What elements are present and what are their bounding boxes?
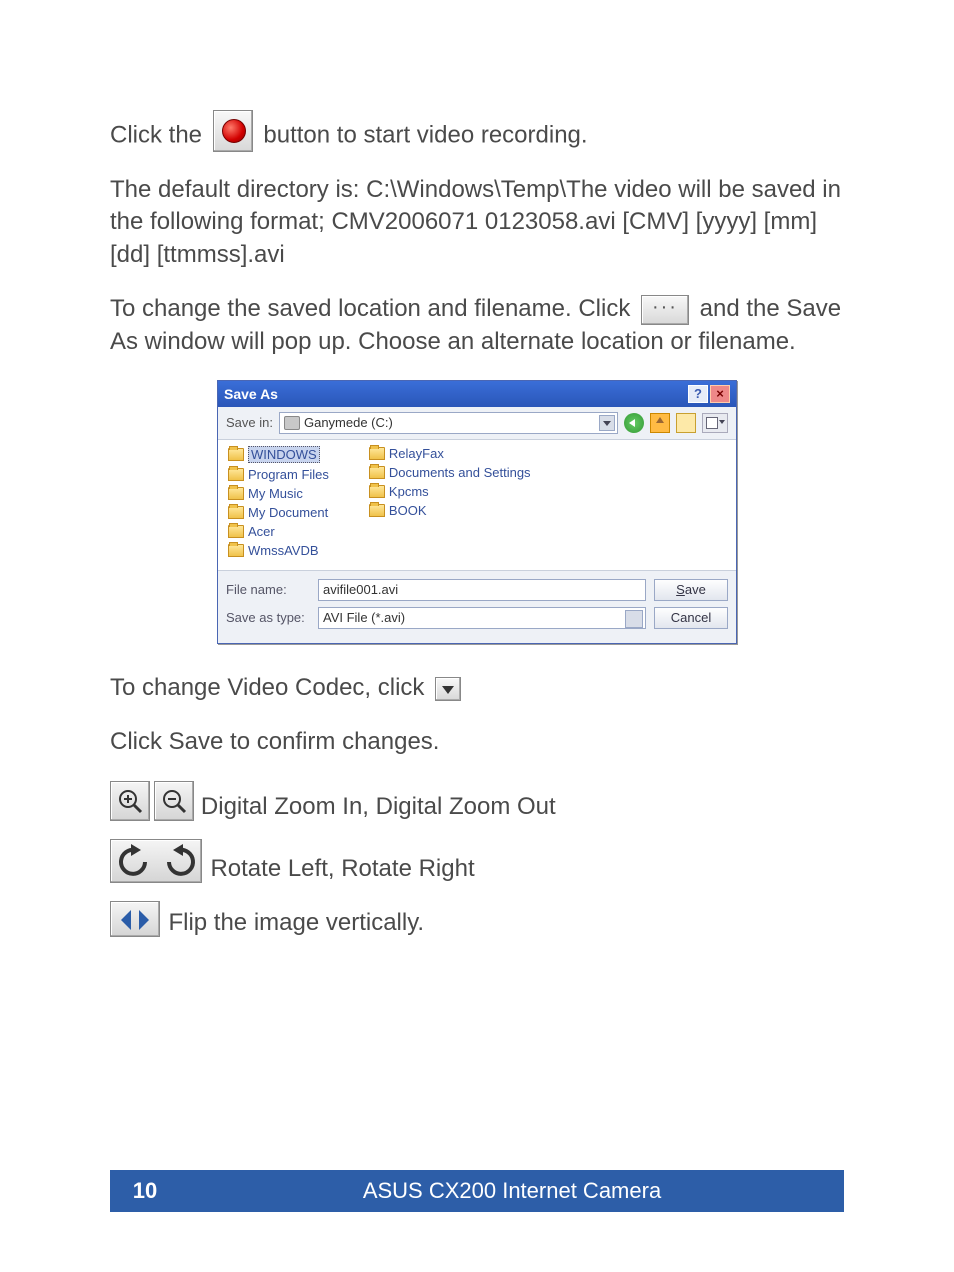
folder-item[interactable]: My Document [228, 505, 329, 520]
drive-icon [284, 416, 300, 430]
close-button[interactable]: × [710, 385, 730, 403]
dialog-toolbar: Save in: Ganymede (C:) [218, 407, 736, 440]
click-save-paragraph: Click Save to confirm changes. [110, 726, 844, 758]
folder-icon [228, 487, 244, 500]
folder-item[interactable]: RelayFax [369, 446, 531, 461]
page-footer: 10 ASUS CX200 Internet Camera [110, 1170, 844, 1212]
codec-paragraph: To change Video Codec, click [110, 672, 844, 704]
browse-icon [641, 295, 689, 325]
folder-icon [228, 544, 244, 557]
folder-icon [228, 506, 244, 519]
file-name-label: File name: [226, 582, 310, 597]
back-icon[interactable] [624, 413, 644, 433]
folder-item[interactable]: BOOK [369, 503, 531, 518]
file-name-input[interactable]: avifile001.avi [318, 579, 646, 601]
flip-row: Flip the image vertically. [110, 901, 844, 937]
cancel-button[interactable]: Cancel [654, 607, 728, 629]
save-as-type-combo[interactable]: AVI File (*.avi) [318, 607, 646, 629]
save-as-type-label: Save as type: [226, 610, 310, 625]
folder-item[interactable]: Program Files [228, 467, 329, 482]
folder-icon [369, 447, 385, 460]
page-number: 10 [110, 1178, 180, 1204]
footer-title: ASUS CX200 Internet Camera [180, 1178, 844, 1204]
save-in-value: Ganymede (C:) [304, 415, 393, 430]
dialog-title: Save As [224, 386, 686, 402]
text: button to start video recording. [263, 122, 587, 149]
file-list-pane[interactable]: WINDOWS Program Files My Music My Docume… [218, 440, 736, 570]
rotate-icons [110, 839, 202, 883]
up-one-level-icon[interactable] [650, 413, 670, 433]
folder-icon [228, 468, 244, 481]
zoom-label: Digital Zoom In, Digital Zoom Out [201, 793, 556, 820]
views-icon[interactable] [702, 413, 728, 433]
text: To change the saved location and filenam… [110, 295, 630, 322]
save-as-dialog: Save As ? × Save in: Ganymede (C:) WINDO… [217, 380, 737, 644]
dropdown-icon [435, 677, 461, 701]
zoom-row: Digital Zoom In, Digital Zoom Out [110, 781, 844, 821]
zoom-out-icon [154, 781, 194, 821]
folder-item[interactable]: Acer [228, 524, 329, 539]
flip-vertical-icon [110, 901, 160, 937]
text: To change Video Codec, click [110, 674, 424, 701]
folder-icon [369, 504, 385, 517]
dialog-titlebar: Save As ? × [218, 381, 736, 407]
folder-icon [369, 466, 385, 479]
rotate-label: Rotate Left, Rotate Right [210, 855, 474, 882]
change-location-paragraph: To change the saved location and filenam… [110, 293, 844, 358]
folder-item[interactable]: Documents and Settings [369, 465, 531, 480]
folder-icon [369, 485, 385, 498]
folder-item[interactable]: WmssAVDB [228, 543, 329, 558]
save-in-combo[interactable]: Ganymede (C:) [279, 412, 618, 434]
text: Click the [110, 122, 202, 149]
rotate-row: Rotate Left, Rotate Right [110, 839, 844, 883]
folder-icon [228, 525, 244, 538]
default-dir-paragraph: The default directory is: C:\Windows\Tem… [110, 174, 844, 271]
folder-item[interactable]: My Music [228, 486, 329, 501]
folder-item[interactable]: Kpcms [369, 484, 531, 499]
dialog-bottom: File name: avifile001.avi Save Save as t… [218, 570, 736, 643]
record-paragraph: Click the button to start video recordin… [110, 110, 844, 152]
new-folder-icon[interactable] [676, 413, 696, 433]
chevron-down-icon[interactable] [599, 415, 615, 431]
save-button[interactable]: Save [654, 579, 728, 601]
folder-item[interactable]: WINDOWS [228, 446, 329, 463]
record-icon [213, 110, 253, 152]
help-button[interactable]: ? [688, 385, 708, 403]
folder-icon [228, 448, 244, 461]
flip-label: Flip the image vertically. [168, 909, 424, 936]
zoom-in-icon [110, 781, 150, 821]
save-in-label: Save in: [226, 415, 273, 430]
